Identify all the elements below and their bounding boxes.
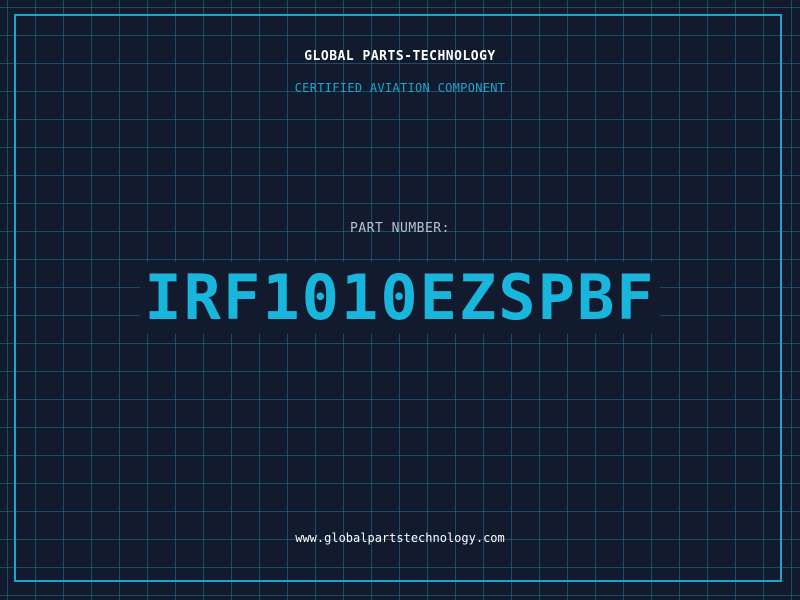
website-url: www.globalpartstechnology.com bbox=[295, 531, 505, 545]
company-name: GLOBAL PARTS-TECHNOLOGY bbox=[304, 49, 496, 64]
certification-tagline: CERTIFIED AVIATION COMPONENT bbox=[294, 81, 506, 95]
part-number-label: PART NUMBER: bbox=[350, 221, 450, 236]
part-number-value: IRF1010EZSPBF bbox=[140, 262, 660, 334]
part-number-container: IRF1010EZSPBF bbox=[0, 262, 800, 334]
part-label-card: GLOBAL PARTS-TECHNOLOGY CERTIFIED AVIATI… bbox=[0, 0, 800, 600]
